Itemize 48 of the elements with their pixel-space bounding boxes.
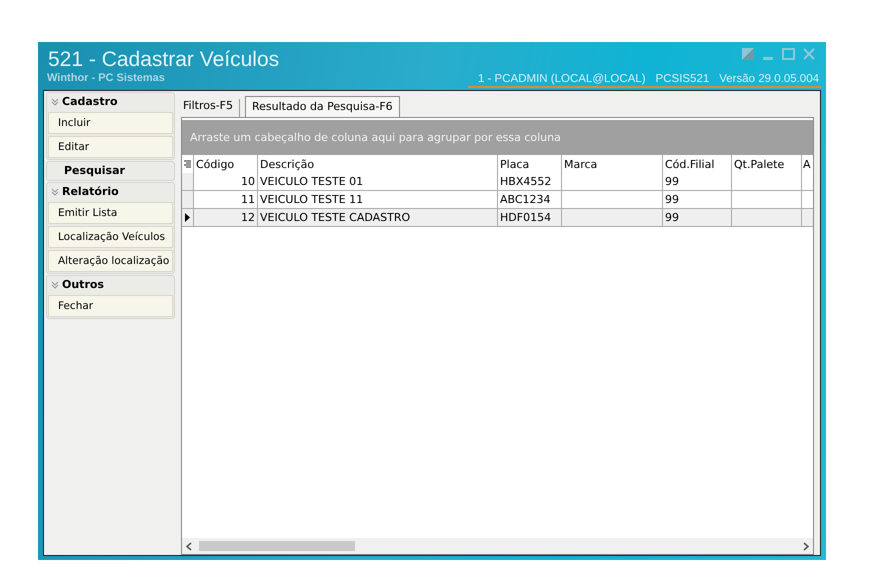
chevron-down-icon xyxy=(51,188,59,196)
sidebar-item[interactable]: Localização Veículos xyxy=(48,226,173,248)
table-cell: 10 xyxy=(194,173,258,191)
sidebar-item[interactable]: Emitir Lista xyxy=(48,202,173,224)
table-cell: HDF0154 xyxy=(498,209,562,227)
scroll-left-icon[interactable] xyxy=(186,542,192,550)
program-label: PCSIS521 xyxy=(656,73,710,85)
column-header[interactable]: Qt.Palete xyxy=(732,155,802,173)
scrollbar-thumb[interactable] xyxy=(199,541,355,551)
table-cell xyxy=(802,209,813,227)
sidebar-item[interactable]: Editar xyxy=(48,136,173,158)
table-cell: 99 xyxy=(663,173,732,191)
table-cell xyxy=(732,209,802,227)
table-cell: VEICULO TESTE CADASTRO xyxy=(258,209,498,227)
column-header[interactable]: Marca xyxy=(562,155,663,173)
group-header[interactable]: Relatório xyxy=(48,183,173,200)
group-header[interactable]: Cadastro xyxy=(48,93,173,110)
column-header[interactable]: Código xyxy=(194,155,258,173)
table-cell: VEICULO TESTE 01 xyxy=(258,173,498,191)
column-header[interactable]: A xyxy=(802,155,813,173)
restore-icon[interactable] xyxy=(742,48,754,60)
table-cell: HBX4552 xyxy=(498,173,562,191)
app-name: Winthor - PC Sistemas xyxy=(46,72,166,84)
chevron-down-icon xyxy=(51,280,59,288)
version-label: Versão 29.0.05.004 xyxy=(719,73,819,85)
current-row-icon xyxy=(185,213,190,222)
table-cell xyxy=(732,173,802,191)
horizontal-scrollbar[interactable] xyxy=(182,538,813,554)
column-chooser-icon[interactable] xyxy=(184,160,191,168)
tab[interactable]: Resultado da Pesquisa-F6 xyxy=(245,96,400,117)
column-header[interactable]: Descrição xyxy=(258,155,498,173)
maximize-icon[interactable] xyxy=(782,48,795,60)
sidebar-item[interactable]: Fechar xyxy=(48,295,173,317)
close-icon[interactable] xyxy=(803,48,815,60)
table-cell: 99 xyxy=(663,209,732,227)
sidebar-item[interactable]: Incluir xyxy=(48,112,173,134)
group-header[interactable]: Outros xyxy=(48,276,173,293)
column-header[interactable]: Placa xyxy=(498,155,562,173)
chevron-down-icon xyxy=(51,98,59,106)
sidebar-item[interactable]: Alteração localização xyxy=(48,250,173,272)
table-cell: 12 xyxy=(194,209,258,227)
group-by-hint: Arraste um cabeçalho de coluna aqui para agrupar por essa coluna xyxy=(182,120,813,155)
column-header[interactable]: Cód.Filial xyxy=(663,155,732,173)
group-header[interactable]: Pesquisar xyxy=(48,162,173,179)
scroll-right-icon[interactable] xyxy=(803,542,809,550)
row-indicator[interactable] xyxy=(182,209,194,227)
window-title: 521 - Cadastrar Veículos xyxy=(47,47,280,72)
user-label: 1 - PCADMIN (LOCAL@LOCAL) xyxy=(478,73,646,85)
